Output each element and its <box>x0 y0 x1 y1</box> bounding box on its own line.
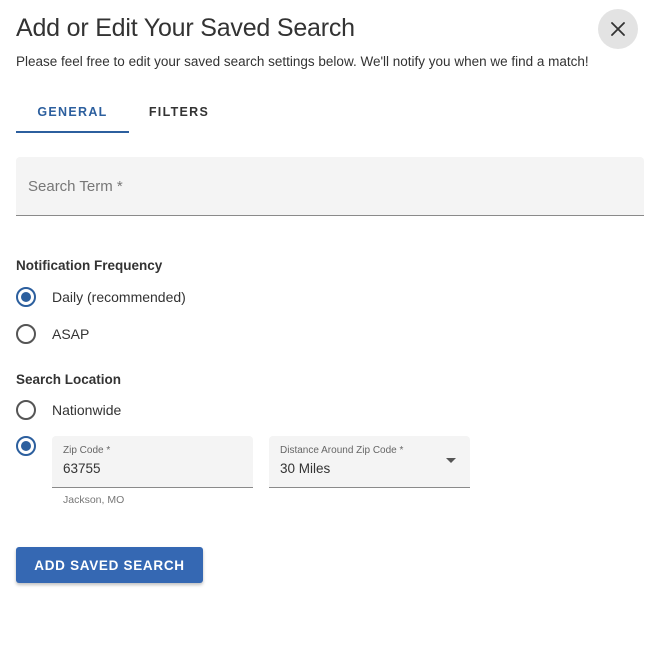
radio-asap[interactable] <box>16 324 36 344</box>
zip-code-label: Zip Code * <box>63 445 111 456</box>
tab-general[interactable]: GENERAL <box>16 91 129 133</box>
search-term-placeholder: Search Term * <box>28 178 123 195</box>
radio-asap-label[interactable]: ASAP <box>52 326 89 342</box>
saved-search-dialog: Add or Edit Your Saved Search Please fee… <box>0 0 658 659</box>
dialog-title: Add or Edit Your Saved Search <box>16 14 355 42</box>
tab-bar: GENERAL FILTERS <box>16 91 256 133</box>
distance-label: Distance Around Zip Code * <box>280 445 404 456</box>
zip-code-field[interactable]: Zip Code * 63755 <box>52 436 253 488</box>
dialog-subtitle: Please feel free to edit your saved sear… <box>16 54 589 69</box>
close-button[interactable] <box>598 9 638 49</box>
distance-value: 30 Miles <box>280 461 331 476</box>
zip-code-helper: Jackson, MO <box>63 494 125 506</box>
search-term-field[interactable]: Search Term * <box>16 157 644 216</box>
dropdown-arrow-icon <box>446 458 456 463</box>
notification-frequency-label: Notification Frequency <box>16 258 163 273</box>
zip-code-value: 63755 <box>63 461 101 476</box>
distance-select[interactable]: Distance Around Zip Code * 30 Miles <box>269 436 470 488</box>
tab-filters[interactable]: FILTERS <box>129 91 229 133</box>
close-icon <box>611 22 625 36</box>
radio-nationwide[interactable] <box>16 400 36 420</box>
active-tab-indicator <box>16 131 129 133</box>
add-saved-search-button[interactable]: ADD SAVED SEARCH <box>16 547 203 583</box>
radio-nationwide-label[interactable]: Nationwide <box>52 402 121 418</box>
radio-zip-code[interactable] <box>16 436 36 456</box>
radio-daily-label[interactable]: Daily (recommended) <box>52 289 186 305</box>
search-location-label: Search Location <box>16 372 122 387</box>
radio-daily[interactable] <box>16 287 36 307</box>
